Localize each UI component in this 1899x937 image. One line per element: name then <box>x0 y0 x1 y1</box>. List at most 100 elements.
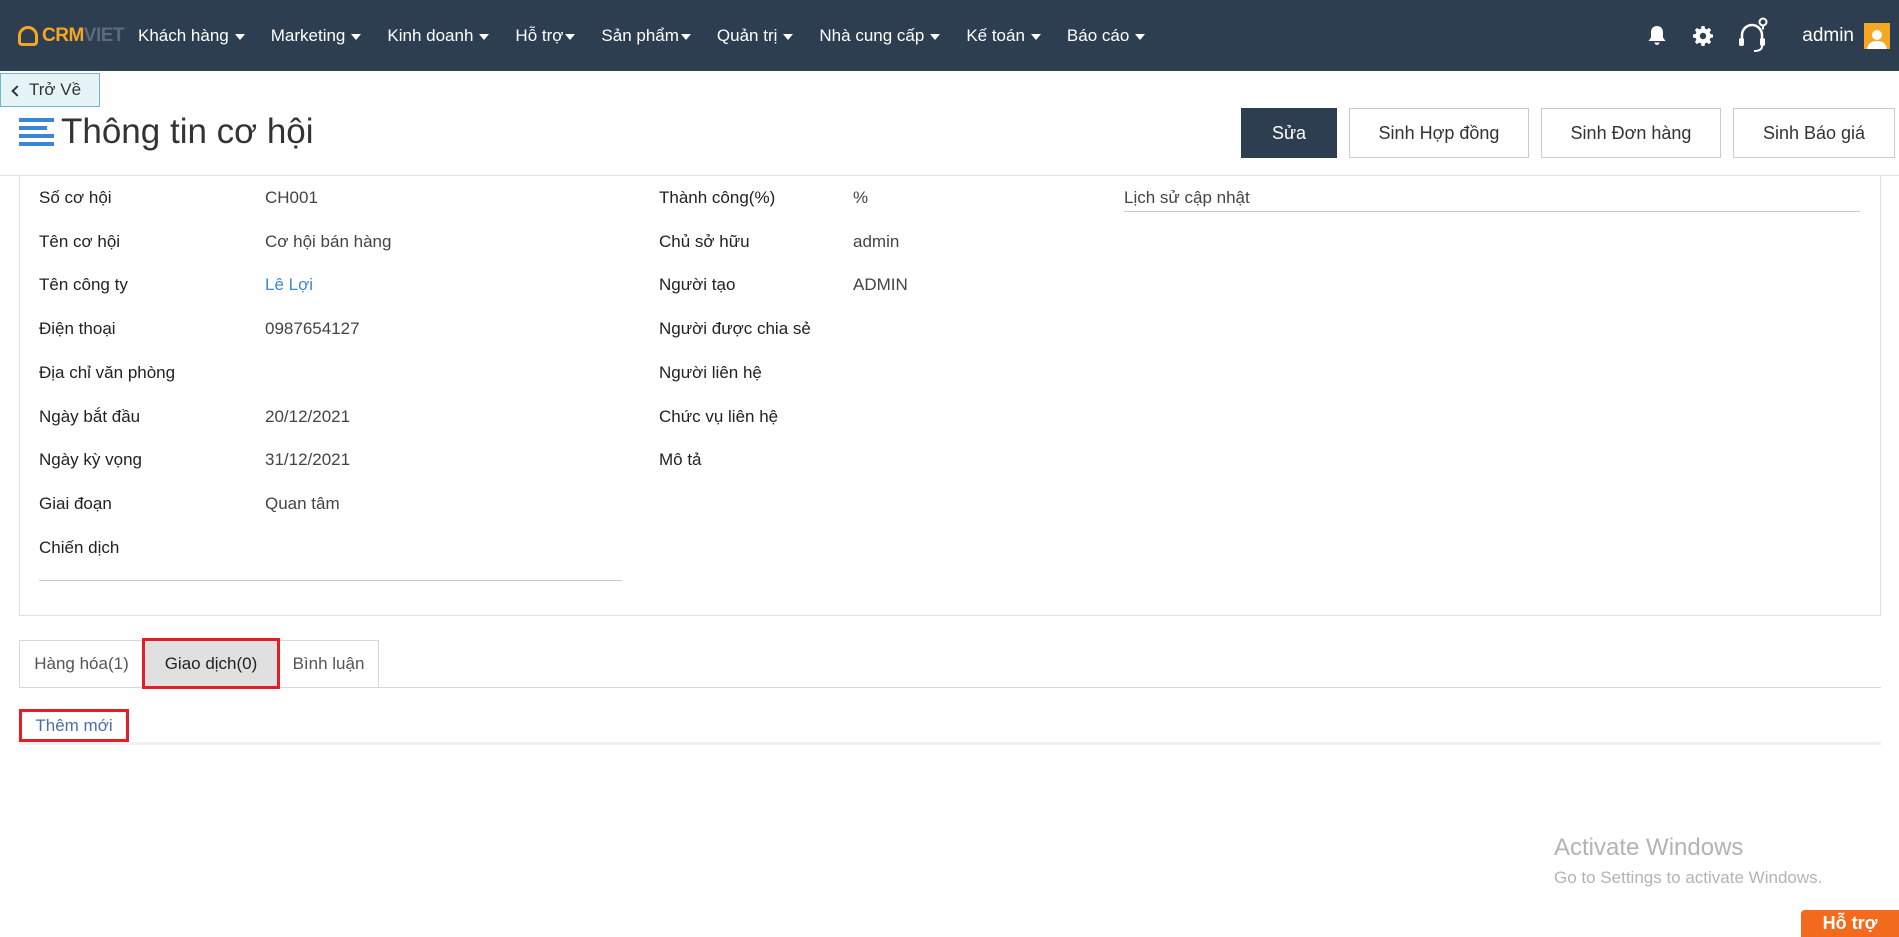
field-contact-position: Chức vụ liên hệ <box>659 405 778 429</box>
menu-ho-tro[interactable]: Hỗ trợ <box>515 25 576 46</box>
menu-san-pham[interactable]: Sản phẩm <box>601 26 691 46</box>
field-value: admin <box>853 232 900 251</box>
field-label: Địa chỉ văn phòng <box>39 363 176 382</box>
field-label: Người được chia sẻ <box>659 319 811 338</box>
watermark-line-2: Go to Settings to activate Windows. <box>1554 868 1823 887</box>
chevron-left-icon <box>11 84 23 97</box>
field-value: Cơ hội bán hàng <box>265 232 392 251</box>
field-office-address: Địa chỉ văn phòng <box>39 361 175 385</box>
content-divider <box>19 742 1881 745</box>
menu-label: Nhà cung cấp <box>819 25 925 45</box>
field-label: Mô tả <box>659 450 702 469</box>
caret-down-icon <box>479 33 490 40</box>
detail-tabs: Hàng hóa(1) Giao dịch(0) Bình luận <box>19 638 379 689</box>
field-label: Điện thoại <box>39 319 116 338</box>
caret-down-icon <box>1135 33 1146 40</box>
column-divider <box>39 580 622 581</box>
page-header: Thông tin cơ hội <box>19 112 314 152</box>
field-owner: Chủ sở hữu admin <box>659 230 899 254</box>
caret-down-icon <box>783 33 794 40</box>
field-label: Chiến dịch <box>39 538 120 557</box>
menu-bao-cao[interactable]: Báo cáo <box>1066 25 1146 46</box>
menu-nha-cung-cap[interactable]: Nhà cung cấp <box>819 25 941 46</box>
generate-order-button[interactable]: Sinh Đơn hàng <box>1541 108 1721 158</box>
menu-label: Báo cáo <box>1066 25 1130 45</box>
field-description: Mô tả <box>659 448 702 472</box>
field-value: % <box>853 188 869 207</box>
watermark-line-1: Activate Windows <box>1554 834 1744 861</box>
field-label: Giai đoạn <box>39 494 112 513</box>
main-menu: Khách hàng Marketing Kinh doanh Hỗ trợ S… <box>138 26 1171 46</box>
field-campaign: Chiến dịch <box>39 536 119 560</box>
menu-label: Hỗ trợ <box>515 25 564 45</box>
add-new-button[interactable]: Thêm mới <box>19 709 129 742</box>
caret-down-icon <box>930 33 941 40</box>
field-label: Tên cơ hội <box>39 232 121 251</box>
menu-label: Kế toán <box>966 25 1025 45</box>
logo-mark-icon <box>18 25 38 46</box>
menu-quan-tri[interactable]: Quản trị <box>716 25 794 46</box>
field-shared-with: Người được chia sẻ <box>659 317 811 341</box>
caret-down-icon <box>234 33 245 40</box>
company-link[interactable]: Lê Lợi <box>265 275 313 295</box>
menu-label: Quản trị <box>716 25 778 45</box>
menu-marketing[interactable]: Marketing <box>271 26 362 46</box>
field-value: CH001 <box>265 188 318 207</box>
top-navbar: CRM VIET Khách hàng Marketing Kinh doanh… <box>0 0 1899 71</box>
field-success-rate: Thành công(%) % <box>659 186 868 210</box>
field-contact-person: Người liên hệ <box>659 361 762 385</box>
gear-icon[interactable] <box>1690 23 1716 49</box>
caret-down-icon <box>565 33 576 40</box>
update-history-divider <box>1124 211 1860 212</box>
menu-ke-toan[interactable]: Kế toán <box>966 26 1041 46</box>
action-buttons: Sửa Sinh Hợp đồng Sinh Đơn hàng Sinh Báo… <box>1229 108 1895 158</box>
field-value: ADMIN <box>853 275 908 294</box>
field-value: 0987654127 <box>265 319 360 338</box>
field-label: Ngày kỳ vọng <box>39 450 142 469</box>
field-label: Thành công(%) <box>659 188 776 207</box>
field-company-name: Tên công ty Lê Lợi <box>39 273 313 297</box>
caret-down-icon <box>1030 33 1041 40</box>
field-phone: Điện thoại 0987654127 <box>39 317 360 341</box>
list-icon <box>19 118 54 146</box>
tabs-divider <box>19 687 1881 688</box>
bell-icon[interactable] <box>1644 23 1670 49</box>
field-label: Chức vụ liên hệ <box>659 407 779 426</box>
field-value: 31/12/2021 <box>265 450 351 469</box>
menu-label: Sản phẩm <box>601 25 679 45</box>
field-value: 20/12/2021 <box>265 407 351 426</box>
page-title: Thông tin cơ hội <box>61 112 314 151</box>
field-opportunity-name: Tên cơ hội Cơ hội bán hàng <box>39 230 391 254</box>
headset-icon[interactable] <box>1736 16 1770 56</box>
back-button[interactable]: Trở Về <box>0 73 100 107</box>
menu-khach-hang[interactable]: Khách hàng <box>138 26 245 46</box>
logo-text-viet: VIET <box>83 24 125 46</box>
field-stage: Giai đoạn Quan tâm <box>39 492 340 516</box>
crmviet-logo[interactable]: CRM VIET <box>18 21 126 51</box>
support-button[interactable]: Hỗ trợ <box>1801 910 1899 937</box>
opportunity-detail-panel: Số cơ hội CH001 Tên cơ hội Cơ hội bán hà… <box>19 176 1881 616</box>
tab-products[interactable]: Hàng hóa(1) <box>19 640 144 687</box>
user-name[interactable]: admin <box>1802 25 1854 47</box>
field-label: Số cơ hội <box>39 188 112 207</box>
field-start-date: Ngày bắt đầu 20/12/2021 <box>39 405 350 429</box>
generate-quote-button[interactable]: Sinh Báo giá <box>1733 108 1895 158</box>
field-creator: Người tạo ADMIN <box>659 273 908 297</box>
tab-comments[interactable]: Bình luận <box>278 640 379 687</box>
menu-label: Marketing <box>270 25 346 45</box>
field-label: Ngày bắt đầu <box>39 407 141 426</box>
field-label: Chủ sở hữu <box>659 232 750 251</box>
field-opportunity-number: Số cơ hội CH001 <box>39 186 318 210</box>
update-history-title: Lịch sử cập nhật <box>1124 188 1250 207</box>
field-label: Người tạo <box>659 275 736 294</box>
menu-kinh-doanh[interactable]: Kinh doanh <box>387 26 490 46</box>
caret-down-icon <box>680 33 691 40</box>
field-label: Người liên hệ <box>659 363 762 382</box>
menu-label: Khách hàng <box>138 25 229 45</box>
edit-button[interactable]: Sửa <box>1241 108 1337 158</box>
field-value: Quan tâm <box>265 494 340 513</box>
generate-contract-button[interactable]: Sinh Hợp đồng <box>1349 108 1529 158</box>
avatar[interactable] <box>1864 22 1890 49</box>
tab-transactions[interactable]: Giao dịch(0) <box>142 638 280 689</box>
navbar-right: admin <box>1644 0 1899 71</box>
